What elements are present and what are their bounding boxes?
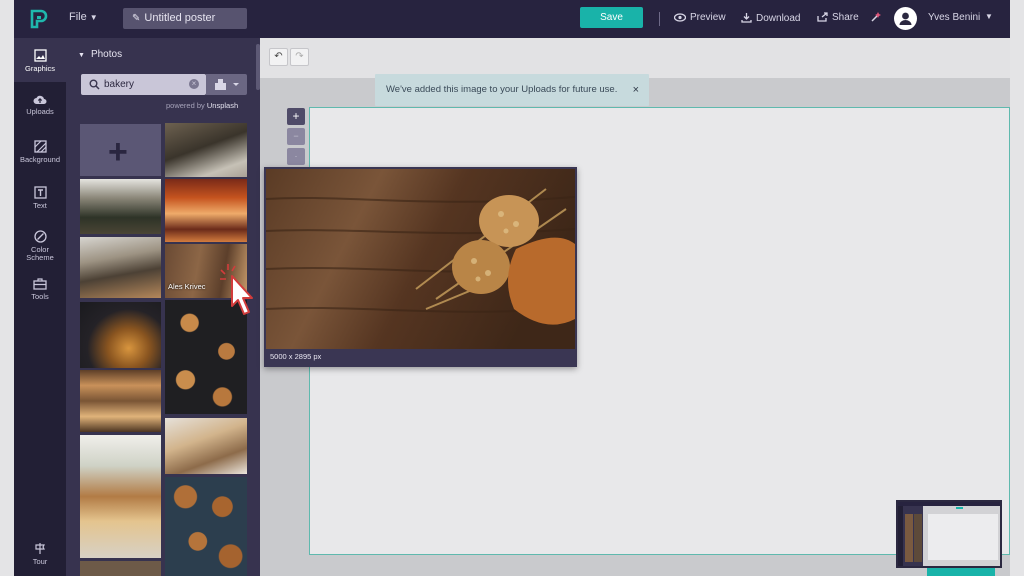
rail-label-text: Text [33, 201, 47, 210]
preview-label: Preview [690, 12, 726, 23]
photo-thumb[interactable] [80, 179, 161, 234]
search-input[interactable] [104, 77, 184, 92]
photos-heading: Photos [90, 49, 123, 60]
unsplash-link[interactable]: Unsplash [207, 101, 238, 110]
rail-item-tools[interactable]: Tools [14, 278, 66, 301]
share-button[interactable]: Share [817, 12, 859, 23]
rail-item-color-scheme[interactable]: Color Scheme [14, 230, 66, 262]
chevron-down-icon[interactable]: ▼ [985, 12, 993, 21]
preview-button[interactable]: Preview [673, 12, 726, 23]
redo-icon: ↷ [295, 51, 304, 62]
undo-icon: ↶ [274, 51, 283, 62]
divider [659, 12, 660, 26]
eye-icon [673, 13, 687, 22]
share-label: Share [832, 12, 859, 23]
share-icon [817, 12, 828, 22]
minimap-indicator [927, 568, 995, 576]
file-menu-label: File [69, 11, 87, 23]
clear-search-icon[interactable]: × [189, 79, 199, 89]
canvas-toolbar [260, 38, 1010, 78]
right-frame [1010, 0, 1024, 576]
tour-icon [35, 543, 45, 554]
app-window: File ▼ ✎ Untitled poster Save Preview Down… [0, 0, 1024, 576]
minus-icon: − [293, 131, 299, 141]
doc-title: Untitled poster [144, 12, 216, 24]
plus-icon: + [292, 109, 300, 123]
image-preview-popup: 5000 x 2895 px [264, 167, 577, 367]
rail-item-tour[interactable]: Tour [14, 542, 66, 566]
download-button[interactable]: Download [741, 12, 800, 24]
chevron-down-icon: ▼ [89, 13, 98, 22]
magic-wand-icon[interactable] [870, 11, 882, 23]
undo-button[interactable]: ↶ [269, 48, 288, 66]
file-menu[interactable]: File ▼ [69, 11, 98, 23]
add-photo-tile[interactable]: + [80, 124, 161, 176]
rail-label-background: Background [19, 155, 61, 164]
text-icon [33, 186, 47, 199]
orientation-filter-button[interactable] [206, 74, 247, 95]
zoom-out-button[interactable]: − [287, 128, 305, 145]
powered-prefix: powered by [166, 101, 205, 110]
top-bar: File ▼ ✎ Untitled poster Save Preview Down… [14, 0, 1010, 38]
rail-label-tour: Tour [32, 557, 48, 566]
rail-item-background[interactable]: Background [14, 140, 66, 164]
redo-button[interactable]: ↷ [290, 48, 309, 66]
preview-image [266, 169, 575, 349]
pointer-cursor-icon [220, 264, 253, 315]
photo-thumb[interactable] [80, 561, 161, 576]
caret-down-icon: ▼ [78, 52, 85, 59]
toolbox-icon [33, 278, 47, 290]
avatar[interactable] [894, 7, 917, 30]
rail-label-uploads: Uploads [26, 107, 54, 116]
upload-notice-toast: We've added this image to your Uploads f… [375, 74, 649, 106]
photo-author[interactable]: Ales Krivec [168, 282, 206, 291]
search-icon [89, 79, 100, 90]
download-icon [741, 13, 752, 23]
left-frame [0, 0, 14, 576]
download-label: Download [756, 13, 801, 24]
user-name[interactable]: Yves Benini [928, 12, 980, 23]
photo-thumb[interactable] [80, 435, 161, 558]
palette-icon [33, 230, 47, 243]
photo-thumb[interactable] [165, 123, 247, 177]
photo-thumb[interactable] [80, 302, 161, 368]
background-icon [33, 140, 47, 153]
photos-section-toggle[interactable]: ▼ Photos [78, 49, 122, 60]
rail-item-uploads[interactable]: Uploads [14, 94, 66, 116]
photo-thumb[interactable] [165, 477, 247, 576]
user-icon [899, 12, 912, 25]
toast-message: We've added this image to your Uploads f… [386, 84, 618, 95]
close-icon[interactable]: × [633, 74, 639, 106]
graphics-icon [33, 49, 47, 62]
doc-title-field[interactable]: ✎ Untitled poster [123, 8, 247, 29]
photo-thumb[interactable] [80, 237, 161, 298]
powered-by: powered by Unsplash [166, 101, 238, 110]
plus-icon: + [108, 133, 128, 171]
cloud-upload-icon [33, 95, 47, 104]
save-button[interactable]: Save [580, 7, 643, 28]
photo-search: × [81, 74, 206, 95]
app-logo-icon[interactable] [30, 9, 48, 29]
minimap-preview [898, 502, 1000, 566]
zoom-fit-button[interactable]: · [287, 148, 305, 165]
rail-item-text[interactable]: Text [14, 186, 66, 210]
photo-thumb[interactable] [165, 418, 247, 474]
pencil-icon: ✎ [132, 13, 141, 24]
image-dimensions: 5000 x 2895 px [270, 352, 322, 361]
left-rail: Graphics Uploads Background Text Color S… [14, 38, 66, 576]
fit-icon: · [294, 151, 298, 161]
photo-thumb[interactable] [165, 179, 247, 242]
filter-icon [215, 79, 239, 90]
rail-label-tools: Tools [31, 292, 49, 301]
rail-item-graphics[interactable]: Graphics [14, 38, 66, 82]
photo-thumb[interactable] [80, 370, 161, 432]
rail-label-graphics: Graphics [24, 64, 55, 73]
zoom-in-button[interactable]: + [287, 108, 305, 125]
rail-label-color-scheme: Color Scheme [26, 245, 54, 262]
page-minimap[interactable] [896, 500, 1002, 568]
